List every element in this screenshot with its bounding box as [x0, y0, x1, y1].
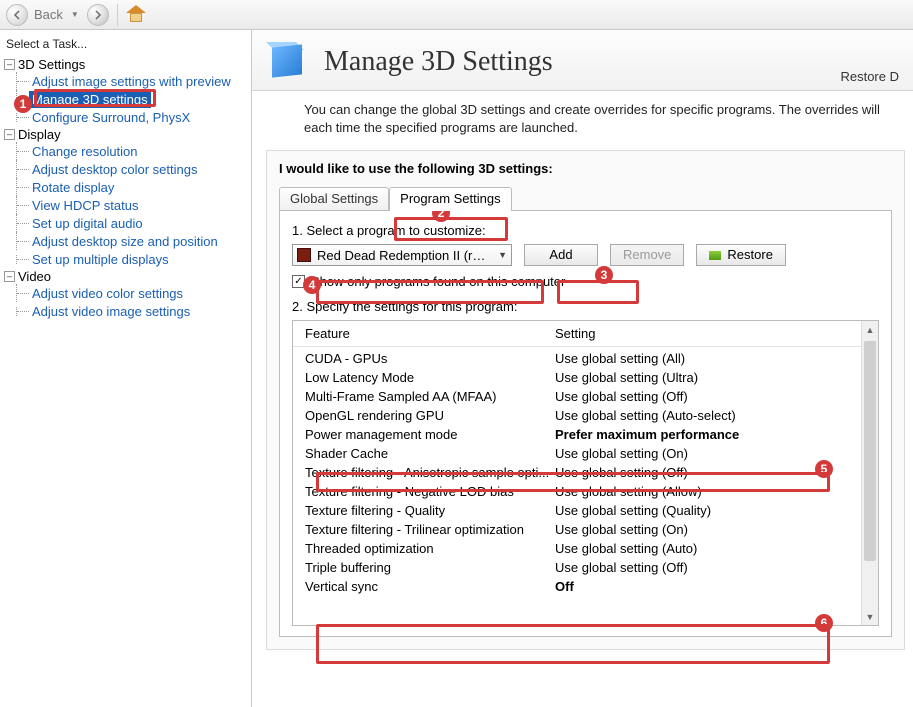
table-row[interactable]: Threaded optimizationUse global setting … — [293, 539, 878, 558]
step1-label: 1. Select a program to customize: — [292, 223, 879, 238]
group-title: I would like to use the following 3D set… — [279, 161, 892, 176]
remove-button: Remove — [610, 244, 684, 266]
program-icon — [297, 248, 311, 262]
table-row[interactable]: Power management modePrefer maximum perf… — [293, 425, 878, 444]
setting-cell[interactable]: Use global setting (Allow) — [555, 484, 870, 499]
tree-item-view-hdcp[interactable]: View HDCP status — [29, 197, 141, 214]
table-row[interactable]: Triple bufferingUse global setting (Off) — [293, 558, 878, 577]
task-tree-pane: Select a Task... – 3D Settings Adjust im… — [0, 30, 252, 707]
table-row[interactable]: CUDA - GPUsUse global setting (All) — [293, 349, 878, 368]
home-button[interactable] — [126, 5, 146, 25]
collapse-icon[interactable]: – — [4, 59, 15, 70]
feature-cell: Low Latency Mode — [305, 370, 555, 385]
program-select[interactable]: Red Dead Redemption II (rdr2.e... ▼ — [292, 244, 512, 266]
page-title: Manage 3D Settings — [324, 46, 553, 78]
toolbar-separator — [117, 4, 118, 26]
setting-cell[interactable]: Use global setting (Ultra) — [555, 370, 870, 385]
column-header-setting[interactable]: Setting — [555, 326, 595, 341]
program-select-value: Red Dead Redemption II (rdr2.e... — [317, 248, 492, 263]
table-row[interactable]: Texture filtering - Negative LOD biasUse… — [293, 482, 878, 501]
feature-cell: Texture filtering - Negative LOD bias — [305, 484, 555, 499]
forward-button[interactable] — [87, 4, 109, 26]
page-icon — [266, 40, 310, 84]
feature-cell: CUDA - GPUs — [305, 351, 555, 366]
tree-item-video-color[interactable]: Adjust video color settings — [29, 285, 186, 302]
table-row[interactable]: Texture filtering - QualityUse global se… — [293, 501, 878, 520]
table-row[interactable]: Vertical syncOff — [293, 577, 878, 596]
tab-body: 1. Select a program to customize: Red De… — [279, 210, 892, 637]
setting-cell[interactable]: Use global setting (Auto-select) — [555, 408, 870, 423]
tree-group-3d-settings[interactable]: – 3D Settings — [4, 57, 251, 72]
scroll-down-icon[interactable]: ▼ — [862, 608, 878, 625]
setting-cell[interactable]: Off — [555, 579, 870, 594]
page-header: Manage 3D Settings Restore D — [252, 30, 913, 91]
tree-item-multiple-displays[interactable]: Set up multiple displays — [29, 251, 172, 268]
add-button[interactable]: Add — [524, 244, 598, 266]
restore-defaults-link[interactable]: Restore D — [840, 69, 899, 84]
feature-cell: OpenGL rendering GPU — [305, 408, 555, 423]
setting-cell[interactable]: Use global setting (Auto) — [555, 541, 870, 556]
tree-item-change-resolution[interactable]: Change resolution — [29, 143, 141, 160]
setting-cell[interactable]: Use global setting (Off) — [555, 389, 870, 404]
nav-toolbar: Back ▼ — [0, 0, 913, 30]
feature-cell: Vertical sync — [305, 579, 555, 594]
table-row[interactable]: Multi-Frame Sampled AA (MFAA)Use global … — [293, 387, 878, 406]
table-row[interactable]: Low Latency ModeUse global setting (Ultr… — [293, 368, 878, 387]
chevron-down-icon: ▼ — [498, 250, 507, 260]
tree-item-configure-surround[interactable]: Configure Surround, PhysX — [29, 109, 193, 126]
feature-cell: Triple buffering — [305, 560, 555, 575]
page-intro-text: You can change the global 3D settings an… — [252, 91, 913, 142]
tab-bar: Global Settings Program Settings — [279, 186, 892, 210]
table-row[interactable]: Texture filtering - Anisotropic sample o… — [293, 463, 878, 482]
back-label: Back — [34, 7, 63, 22]
settings-table: Feature Setting CUDA - GPUsUse global se… — [292, 320, 879, 626]
task-header: Select a Task... — [0, 34, 251, 54]
feature-cell: Texture filtering - Trilinear optimizati… — [305, 522, 555, 537]
back-button[interactable] — [6, 4, 28, 26]
collapse-icon[interactable]: – — [4, 129, 15, 140]
content-pane: Manage 3D Settings Restore D You can cha… — [252, 30, 913, 707]
feature-cell: Power management mode — [305, 427, 555, 442]
table-row[interactable]: OpenGL rendering GPUUse global setting (… — [293, 406, 878, 425]
tab-program-settings[interactable]: Program Settings — [389, 187, 511, 211]
setting-cell[interactable]: Use global setting (Off) — [555, 560, 870, 575]
tree-item-digital-audio[interactable]: Set up digital audio — [29, 215, 146, 232]
scroll-up-icon[interactable]: ▲ — [862, 321, 878, 338]
tree-item-rotate-display[interactable]: Rotate display — [29, 179, 117, 196]
tree-group-video[interactable]: – Video — [4, 269, 251, 284]
feature-cell: Threaded optimization — [305, 541, 555, 556]
tree-group-display[interactable]: – Display — [4, 127, 251, 142]
back-history-dropdown[interactable]: ▼ — [71, 10, 79, 19]
show-only-installed-checkbox[interactable]: ✓ — [292, 275, 305, 288]
table-row[interactable]: Shader CacheUse global setting (On) — [293, 444, 878, 463]
feature-cell: Texture filtering - Quality — [305, 503, 555, 518]
tree-item-manage-3d-settings[interactable]: Manage 3D settings — [29, 91, 151, 108]
feature-cell: Multi-Frame Sampled AA (MFAA) — [305, 389, 555, 404]
tree-children: Adjust image settings with preview Manag… — [9, 72, 251, 126]
tab-global-settings[interactable]: Global Settings — [279, 187, 389, 211]
setting-cell[interactable]: Use global setting (Off) — [555, 465, 870, 480]
setting-cell[interactable]: Use global setting (Quality) — [555, 503, 870, 518]
column-header-feature[interactable]: Feature — [305, 326, 555, 341]
setting-cell[interactable]: Use global setting (All) — [555, 351, 870, 366]
tree-item-adjust-desktop-color[interactable]: Adjust desktop color settings — [29, 161, 200, 178]
setting-cell[interactable]: Use global setting (On) — [555, 446, 870, 461]
table-scrollbar[interactable]: ▲ ▼ — [861, 321, 878, 625]
collapse-icon[interactable]: – — [4, 271, 15, 282]
settings-group: I would like to use the following 3D set… — [266, 150, 905, 650]
nvidia-logo-icon — [709, 251, 721, 260]
setting-cell[interactable]: Prefer maximum performance — [555, 427, 870, 442]
feature-cell: Texture filtering - Anisotropic sample o… — [305, 465, 555, 480]
feature-cell: Shader Cache — [305, 446, 555, 461]
tree-item-adjust-image-settings[interactable]: Adjust image settings with preview — [29, 73, 234, 90]
table-row[interactable]: Texture filtering - Trilinear optimizati… — [293, 520, 878, 539]
step2-label: 2. Specify the settings for this program… — [292, 299, 879, 314]
show-only-installed-label: Show only programs found on this compute… — [311, 274, 565, 289]
tree-item-desktop-size[interactable]: Adjust desktop size and position — [29, 233, 221, 250]
scroll-thumb[interactable] — [864, 341, 876, 561]
setting-cell[interactable]: Use global setting (On) — [555, 522, 870, 537]
tree-item-video-image[interactable]: Adjust video image settings — [29, 303, 193, 320]
restore-button[interactable]: Restore — [696, 244, 786, 266]
